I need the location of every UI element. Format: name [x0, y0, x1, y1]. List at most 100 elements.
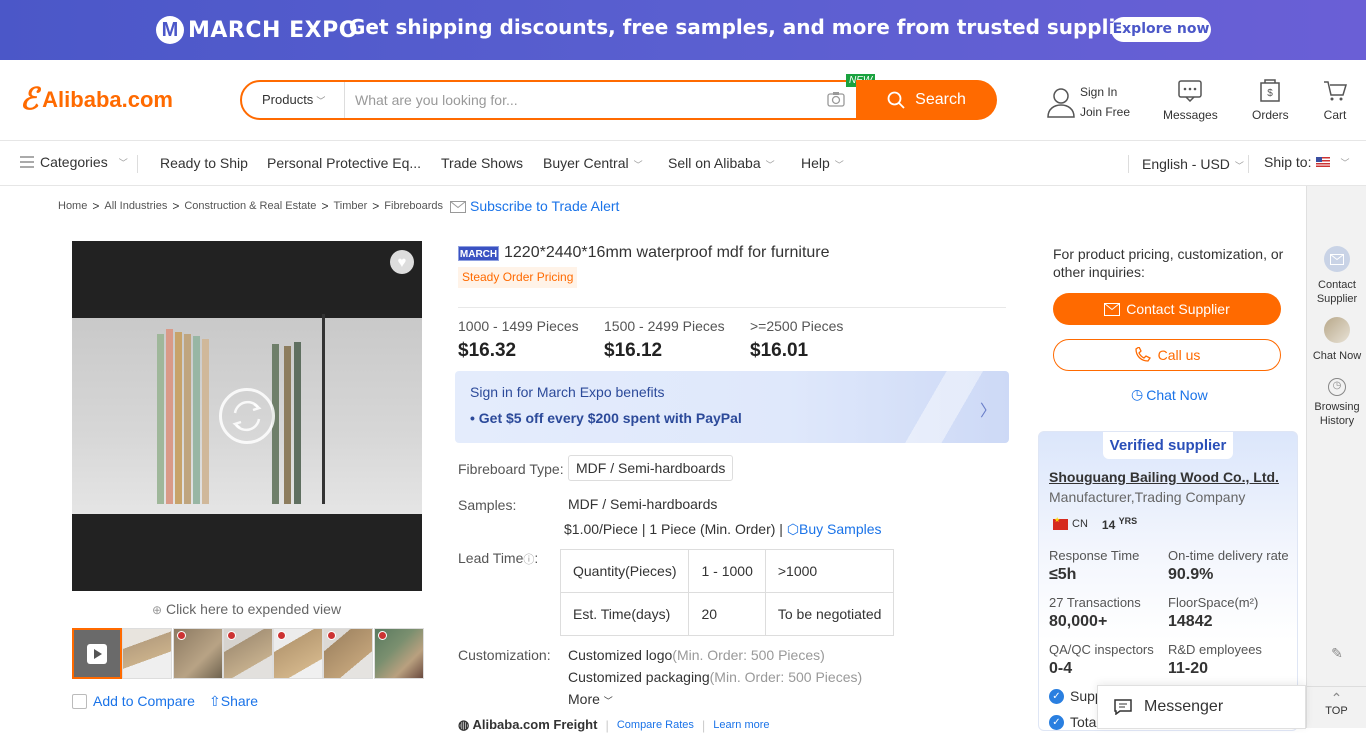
supplier-stat: QA/QC inspectors 0-4: [1049, 642, 1154, 677]
table-cell: 20: [688, 592, 766, 636]
steady-pricing-tag: Steady Order Pricing: [458, 267, 578, 288]
globe-icon: ◍: [458, 717, 470, 732]
nav-sell-on-alibaba[interactable]: Sell on Alibaba ﹀: [668, 155, 775, 171]
thumbnail-image[interactable]: [222, 628, 273, 679]
learn-more-link[interactable]: Learn more: [713, 719, 769, 731]
play-video-icon[interactable]: [219, 388, 275, 444]
supplier-feature: ✓ Supp: [1049, 688, 1103, 704]
customization-item: Customized packaging(Min. Order: 500 Pie…: [568, 669, 863, 685]
nav-help[interactable]: Help ﹀: [801, 155, 844, 171]
orders-icon: $: [1260, 79, 1281, 102]
join-free-link[interactable]: Join Free: [1080, 102, 1130, 122]
freight-label: ◍ Alibaba.com Freight: [458, 717, 598, 732]
thumbnail-video[interactable]: [72, 628, 122, 679]
expo-benefits-banner[interactable]: Sign in for March Expo benefits • Get $5…: [455, 371, 1009, 443]
chevron-down-icon: ﹀: [316, 96, 326, 106]
back-to-top-button[interactable]: ⌃ TOP: [1307, 686, 1366, 728]
supplier-years: 14 YRS: [1101, 516, 1138, 532]
product-video[interactable]: ♥: [72, 241, 422, 591]
expo-banner[interactable]: M MARCH EXPO Get shipping discounts, free…: [0, 0, 1366, 60]
camera-icon[interactable]: [827, 91, 845, 107]
alibaba-logo[interactable]: ℰ Alibaba.com: [20, 85, 173, 115]
breadcrumb-timber[interactable]: Timber: [333, 200, 367, 212]
compare-checkbox[interactable]: [72, 693, 87, 709]
supplier-name-link[interactable]: Shouguang Bailing Wood Co., Ltd.: [1049, 469, 1279, 485]
samples-value: MDF / Semi-hardboards: [568, 496, 718, 512]
contact-supplier-button[interactable]: Contact Supplier: [1053, 293, 1281, 325]
chevron-down-icon: ﹀: [765, 160, 775, 170]
breadcrumb-home[interactable]: Home: [58, 200, 87, 212]
samples-label: Samples:: [458, 497, 517, 513]
expand-view-link[interactable]: ⊕ Click here to expended view: [152, 601, 341, 617]
arrow-up-icon: ⌃: [1330, 690, 1343, 706]
user-icon: [1047, 88, 1075, 118]
thumbnail-image[interactable]: [172, 628, 223, 679]
site-header: ℰAlibaba.com Products﹀ NEW Search Sign I…: [0, 60, 1366, 141]
thumbnail-image[interactable]: [323, 628, 374, 679]
thumbnail-image[interactable]: [122, 628, 173, 679]
breadcrumb-construction[interactable]: Construction & Real Estate: [184, 200, 316, 212]
fibreboard-type-label: Fibreboard Type:: [458, 461, 564, 477]
table-cell: To be negotiated: [764, 592, 895, 636]
buy-samples-link[interactable]: ⬡Buy Samples: [787, 521, 882, 537]
edit-icon: ✎: [1331, 645, 1343, 661]
breadcrumb: Home > All Industries > Construction & Rea…: [58, 198, 620, 214]
table-cell: Quantity(Pieces): [559, 549, 690, 593]
banner-message: Get shipping discounts, free samples, an…: [349, 15, 1151, 39]
sidebar-feedback[interactable]: ✎: [1307, 646, 1366, 662]
table-cell: >1000: [764, 549, 895, 593]
account-menu[interactable]: Sign In Join Free: [1046, 82, 1130, 122]
subscribe-trade-alert-link[interactable]: Subscribe to Trade Alert: [450, 198, 619, 214]
language-currency-select[interactable]: English - USD ﹀: [1142, 156, 1244, 172]
menu-list-icon: [20, 156, 34, 168]
lead-time-table: Quantity(Pieces) 1 - 1000 >1000 Est. Tim…: [559, 549, 895, 636]
nav-buyer-central[interactable]: Buyer Central ﹀: [543, 155, 643, 171]
orders-button[interactable]: $ Orders: [1252, 78, 1289, 122]
sidebar-chat-now[interactable]: Chat Now: [1307, 317, 1366, 363]
more-customization-link[interactable]: More ﹀: [568, 691, 613, 707]
nav-ppe[interactable]: Personal Protective Eq...: [267, 155, 421, 171]
mail-icon: [450, 201, 466, 213]
nav-ready-to-ship[interactable]: Ready to Ship: [160, 155, 248, 171]
svg-text:$: $: [1268, 88, 1274, 99]
product-title: MARCH 1220*2440*16mm waterproof mdf for …: [458, 244, 830, 261]
breadcrumb-fibreboards[interactable]: Fibreboards: [384, 200, 443, 212]
add-to-compare[interactable]: Add to Compare: [72, 693, 195, 709]
search-button[interactable]: Search: [856, 80, 997, 120]
thumbnail-image[interactable]: [373, 628, 424, 679]
samples-price: $1.00/Piece | 1 Piece (Min. Order) | ⬡Bu…: [564, 521, 882, 537]
fibreboard-type-option[interactable]: MDF / Semi-hardboards: [568, 455, 734, 481]
chat-now-link[interactable]: ◷ Chat Now: [1131, 386, 1208, 403]
category-nav: Categories ﹀ Ready to Ship Personal Prote…: [0, 141, 1366, 186]
sidebar-browsing-history[interactable]: ◷ Browsing History: [1307, 378, 1366, 428]
search-category-select[interactable]: Products ﹀: [242, 82, 345, 118]
compare-rates-link[interactable]: Compare Rates: [617, 719, 694, 731]
chevron-down-icon: ﹀: [603, 696, 613, 706]
supplier-stat: FloorSpace(m²) 14842: [1168, 595, 1259, 630]
sidebar-contact-supplier[interactable]: Contact Supplier: [1307, 246, 1366, 306]
cart-button[interactable]: Cart: [1323, 78, 1347, 122]
supplier-stat: On-time delivery rate 90.9%: [1168, 548, 1289, 583]
ship-to-select[interactable]: Ship to: ﹀: [1264, 154, 1350, 170]
supplier-stat: R&D employees 11-20: [1168, 642, 1262, 677]
table-cell: 1 - 1000: [688, 549, 766, 593]
march-expo-logo: M MARCH EXPO: [156, 14, 358, 46]
sign-in-link[interactable]: Sign In: [1080, 82, 1130, 102]
breadcrumb-all-industries[interactable]: All Industries: [104, 200, 167, 212]
messenger-button[interactable]: Messenger: [1097, 685, 1306, 729]
share-link[interactable]: ⇧Share: [209, 693, 258, 710]
search-input[interactable]: [345, 82, 815, 118]
price-tier: 1500 - 2499 Pieces $16.12: [604, 318, 725, 361]
explore-now-button[interactable]: Explore now: [1111, 17, 1211, 42]
supplier-stat: 27 Transactions 80,000+: [1049, 595, 1141, 630]
help-icon[interactable]: ⓘ: [523, 554, 534, 566]
thumbnail-image[interactable]: [273, 628, 324, 679]
messages-button[interactable]: Messages: [1163, 78, 1218, 122]
check-icon: ✓: [1049, 714, 1064, 730]
favorite-heart-icon[interactable]: ♥: [390, 250, 414, 274]
zoom-icon: ⊕: [152, 603, 163, 617]
search-bar: Products﹀ NEW Search: [240, 74, 997, 120]
call-us-button[interactable]: Call us: [1053, 339, 1281, 371]
nav-trade-shows[interactable]: Trade Shows: [441, 155, 523, 171]
categories-menu[interactable]: Categories ﹀: [20, 154, 128, 170]
